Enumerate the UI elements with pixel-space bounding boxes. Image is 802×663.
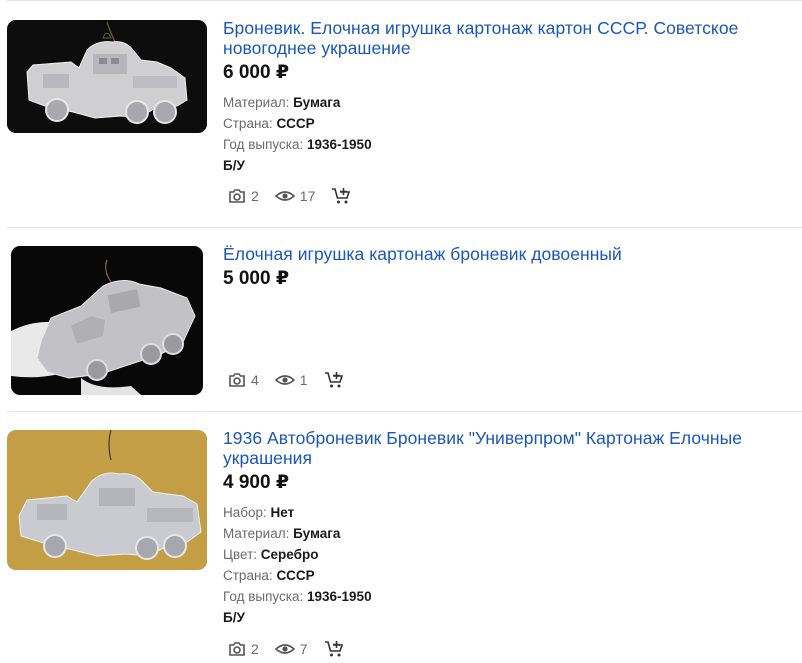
listing-price: 6 000 ₽ (223, 62, 290, 83)
photo-count: 2 (251, 641, 259, 657)
photo-count: 4 (251, 372, 259, 388)
add-to-cart-icon[interactable] (331, 187, 351, 205)
attribute-label: Год выпуска: (223, 589, 304, 604)
eye-icon (274, 373, 295, 387)
view-count: 1 (299, 372, 308, 388)
listing-stats: 2 17 (228, 186, 351, 206)
divider (7, 411, 802, 412)
attribute-label: Год выпуска: (223, 137, 304, 152)
condition-badge: Б/У (223, 158, 245, 173)
attribute-row: Год выпуска: 1936-1950 (223, 134, 793, 155)
attribute-row: Страна: СССР (223, 113, 793, 134)
attribute-row: Набор: Нет (223, 502, 793, 523)
attribute-list: Набор: Нет Материал: Бумага Цвет: Серебр… (223, 502, 793, 628)
attribute-row: Год выпуска: 1936-1950 (223, 586, 793, 607)
attribute-row: Страна: СССР (223, 565, 793, 586)
attribute-value: 1936-1950 (307, 137, 372, 152)
view-count: 17 (299, 188, 316, 204)
listing-price: 5 000 ₽ (223, 268, 290, 289)
attribute-value: Нет (270, 505, 295, 520)
add-to-cart-icon[interactable] (324, 640, 344, 658)
attribute-value: Бумага (293, 95, 341, 110)
attribute-row: Материал: Бумага (223, 92, 793, 113)
attribute-row: Цвет: Серебро (223, 544, 793, 565)
divider (7, 0, 802, 1)
armored-car-photo (11, 246, 203, 395)
attribute-list: Материал: Бумага Страна: СССР Год выпуск… (223, 92, 793, 176)
listing-stats: 4 1 (228, 370, 344, 390)
view-count: 7 (299, 641, 308, 657)
attribute-value: 1936-1950 (307, 589, 372, 604)
add-to-cart-icon[interactable] (324, 371, 344, 389)
armored-car-photo (7, 20, 207, 133)
attribute-label: Материал: (223, 95, 290, 110)
armored-car-photo (7, 430, 207, 570)
attribute-label: Страна: (223, 568, 273, 583)
attribute-value: Серебро (260, 547, 319, 562)
attribute-value: СССР (276, 116, 315, 131)
attribute-row: Материал: Бумага (223, 523, 793, 544)
listing-title[interactable]: Ёлочная игрушка картонаж броневик довоен… (223, 244, 793, 264)
listing-title[interactable]: Броневик. Елочная игрушка картонаж карто… (223, 18, 793, 58)
camera-icon (228, 641, 246, 657)
listing-title[interactable]: 1936 Автоброневик Броневик "Универпром" … (223, 428, 793, 468)
product-image[interactable] (7, 430, 207, 570)
divider (7, 227, 802, 228)
product-image[interactable] (7, 20, 207, 133)
listing-price: 4 900 ₽ (223, 472, 290, 493)
eye-icon (274, 189, 295, 203)
attribute-value: СССР (276, 568, 315, 583)
camera-icon (228, 372, 246, 388)
condition-badge: Б/У (223, 610, 245, 625)
product-image[interactable] (11, 246, 203, 395)
attribute-value: Бумага (293, 526, 341, 541)
attribute-label: Страна: (223, 116, 273, 131)
photo-count: 2 (251, 188, 259, 204)
eye-icon (274, 642, 295, 656)
attribute-label: Материал: (223, 526, 290, 541)
camera-icon (228, 188, 246, 204)
listing-stats: 2 7 (228, 639, 344, 659)
attribute-label: Набор: (223, 505, 267, 520)
attribute-label: Цвет: (223, 547, 258, 562)
